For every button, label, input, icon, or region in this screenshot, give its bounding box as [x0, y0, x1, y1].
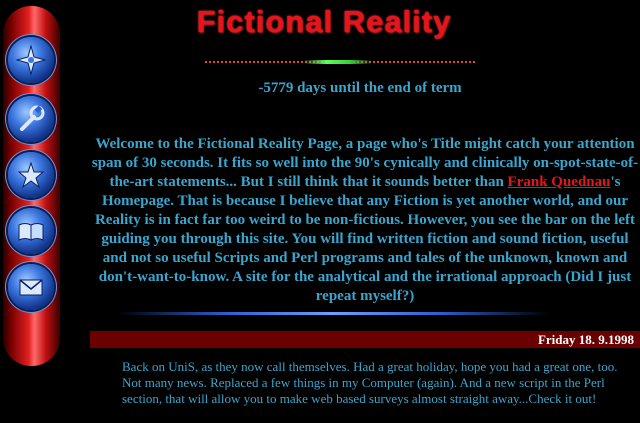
nav-button-mail[interactable]: [8, 264, 54, 310]
frank-quednau-link[interactable]: Frank Quednau: [508, 174, 611, 190]
intro-text-end: 's Homepage. That is because I believe t…: [94, 174, 636, 304]
nav-button-fiction[interactable]: [8, 208, 54, 254]
top-divider: [205, 60, 475, 64]
news-entry: Back on UniS, as they now call themselve…: [122, 359, 618, 406]
nav-button-star[interactable]: [8, 152, 54, 198]
compass-star-icon: [16, 45, 46, 75]
news-date: Friday 18. 9.1998: [537, 332, 634, 347]
countdown-text: -5779 days until the end of term: [258, 80, 462, 96]
star-icon: [17, 161, 45, 189]
bottom-divider: [118, 312, 548, 315]
news-header-bar: Friday 18. 9.1998: [90, 331, 640, 348]
page-title: Fictional Reality: [196, 4, 452, 39]
envelope-icon: [19, 279, 43, 296]
divider-glow: [303, 60, 373, 64]
navigation-bar: [0, 0, 72, 423]
wrench-icon: [20, 105, 45, 131]
intro-paragraph: Welcome to the Fictional Reality Page, a…: [90, 135, 640, 306]
nav-button-tools[interactable]: [8, 96, 54, 142]
book-icon: [18, 223, 44, 241]
nav-button-home[interactable]: [8, 37, 54, 83]
